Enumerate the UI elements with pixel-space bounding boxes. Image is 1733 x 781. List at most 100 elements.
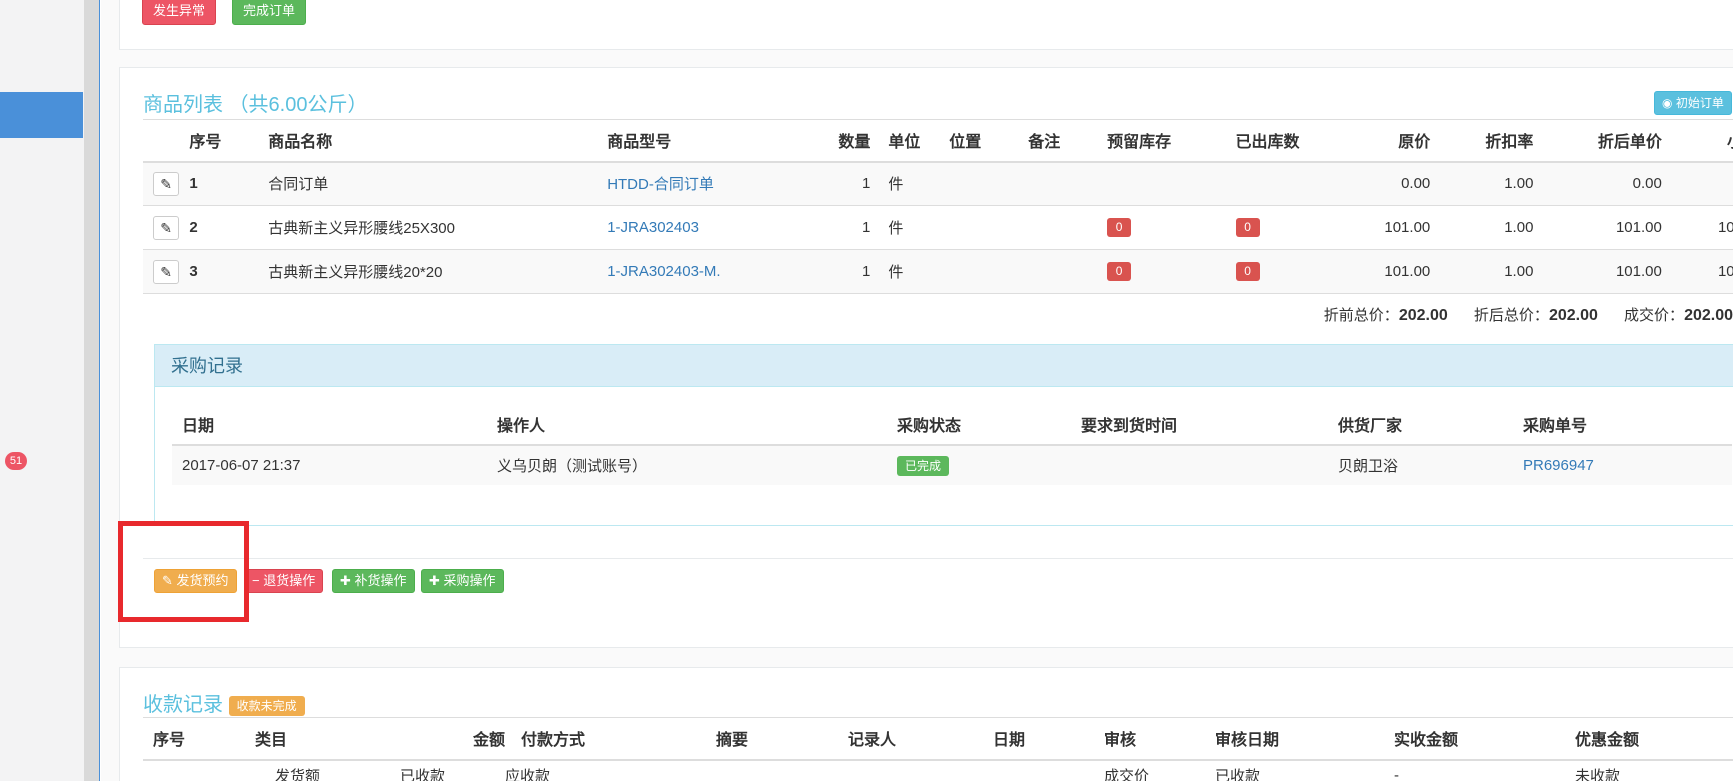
col-edit xyxy=(143,119,190,163)
row-subtotal: 0 xyxy=(1661,161,1733,206)
col-name: 商品名称 xyxy=(268,119,608,163)
purchase-record-panel: 采购记录 日期 操作人 采购状态 要求到货时间 供货厂家 采购单号 2017-0… xyxy=(154,344,1733,526)
row-position xyxy=(949,249,1029,294)
col-model: 商品型号 xyxy=(607,119,829,163)
col-shipped: 已出库数 xyxy=(1235,119,1352,163)
row-price: 101.00 xyxy=(1351,205,1431,250)
col-pay-method: 付款方式 xyxy=(505,717,716,761)
row-model-link[interactable]: HTDD-合同订单 xyxy=(607,176,714,193)
total-after-discount: 折后总价：202.00 xyxy=(1473,307,1598,324)
plus-icon: ✚ xyxy=(429,573,440,588)
col-reserved: 预留库存 xyxy=(1107,119,1236,163)
row-qty: 1 xyxy=(828,161,871,206)
goods-row: ✎ 2 古典新主义异形腰线25X300 1-JRA302403 1 件 0 0 … xyxy=(143,205,1733,250)
total-before-discount: 折前总价：202.00 xyxy=(1323,307,1448,324)
col-position: 位置 xyxy=(949,119,1029,163)
shipped-count-badge: 0 xyxy=(1235,262,1260,281)
row-no: 2 xyxy=(189,205,269,250)
row-qty: 1 xyxy=(828,249,871,294)
edit-cell: ✎ xyxy=(143,205,190,250)
row-qty: 1 xyxy=(828,205,871,250)
goods-table-header: 序号 商品名称 商品型号 数量 单位 位置 备注 预留库存 已出库数 原价 折扣… xyxy=(143,119,1733,163)
row-net-price: 0.00 xyxy=(1533,161,1662,206)
purchase-record-title: 采购记录 xyxy=(155,345,1733,387)
purchase-table: 日期 操作人 采购状态 要求到货时间 供货厂家 采购单号 2017-06-07 … xyxy=(172,403,1732,485)
deal-price: 成交价：202.00 xyxy=(1624,307,1733,324)
row-reserved xyxy=(1107,161,1236,206)
col-recorder: 记录人 xyxy=(848,717,993,761)
row-name: 合同订单 xyxy=(268,161,608,206)
col-subtotal: 小 xyxy=(1661,119,1733,163)
unreceived-label: 未收款 xyxy=(1575,767,1621,781)
divider xyxy=(143,558,1733,559)
complete-order-button[interactable]: 完成订单 xyxy=(232,0,307,25)
row-model-link[interactable]: 1-JRA302403 xyxy=(607,219,699,236)
plus-icon: ✚ xyxy=(340,573,351,588)
payment-record-title: 收款记录 收款未完成 xyxy=(143,688,305,717)
camera-icon: ◉ xyxy=(1662,96,1673,110)
purchase-order-link[interactable]: PR696947 xyxy=(1523,457,1594,474)
row-name: 古典新主义异形腰线25X300 xyxy=(268,205,608,250)
col-discount: 折扣率 xyxy=(1430,119,1534,163)
price-totals: 折前总价：202.00 折后总价：202.00 成交价：202.00 xyxy=(1302,304,1733,325)
goods-title-text: 商品列表 xyxy=(143,94,223,116)
sidebar-item-active[interactable] xyxy=(0,92,83,138)
sidebar: 51 xyxy=(0,0,84,781)
initial-order-label: 初始订单 xyxy=(1675,96,1724,110)
row-subtotal: 101 xyxy=(1661,205,1733,250)
col-date: 日期 xyxy=(172,403,497,446)
row-subtotal: 101 xyxy=(1661,249,1733,294)
col-no: 序号 xyxy=(143,717,255,761)
col-audit-date: 审核日期 xyxy=(1215,717,1394,761)
return-operation-label: 退货操作 xyxy=(263,573,316,588)
restock-operation-button[interactable]: ✚ 补货操作 xyxy=(332,569,415,593)
minus-sign: - xyxy=(1394,766,1399,781)
payment-status-badge: 收款未完成 xyxy=(228,695,305,716)
edit-pencil-icon[interactable]: ✎ xyxy=(153,259,180,284)
col-supplier: 供货厂家 xyxy=(1338,403,1523,446)
initial-order-button[interactable]: ◉ 初始订单 xyxy=(1654,91,1732,115)
purchase-status-badge: 已完成 xyxy=(897,455,950,476)
col-remark: 备注 xyxy=(1028,119,1108,163)
col-net-price: 折后单价 xyxy=(1533,119,1662,163)
row-shipped xyxy=(1235,161,1352,206)
row-net-price: 101.00 xyxy=(1533,205,1662,250)
row-remark xyxy=(1028,161,1108,206)
row-no: 1 xyxy=(189,161,269,206)
col-status: 采购状态 xyxy=(897,403,1081,446)
purchase-date: 2017-06-07 21:37 xyxy=(172,445,497,485)
minus-icon: − xyxy=(252,573,260,588)
row-remark xyxy=(1028,249,1108,294)
row-model-link[interactable]: 1-JRA302403-M. xyxy=(607,263,720,280)
edit-pencil-icon[interactable]: ✎ xyxy=(153,171,180,196)
report-exception-button[interactable]: 发生异常 xyxy=(142,0,217,25)
purchase-table-header: 日期 操作人 采购状态 要求到货时间 供货厂家 采购单号 xyxy=(172,403,1732,446)
edit-cell: ✎ xyxy=(143,249,190,294)
row-discount: 1.00 xyxy=(1430,249,1534,294)
col-operator: 操作人 xyxy=(497,403,897,446)
row-price: 101.00 xyxy=(1351,249,1431,294)
purchase-operation-label: 采购操作 xyxy=(443,573,496,588)
goods-weight-note: （共6.00公斤） xyxy=(228,94,368,116)
col-discount-amount: 优惠金额 xyxy=(1575,717,1733,761)
row-discount: 1.00 xyxy=(1430,161,1534,206)
reserved-stock-badge: 0 xyxy=(1107,218,1132,237)
col-amount: 金额 xyxy=(400,717,505,761)
purchase-operation-button[interactable]: ✚ 采购操作 xyxy=(421,569,504,593)
goods-list-title: 商品列表 （共6.00公斤） xyxy=(143,88,368,117)
edit-pencil-icon[interactable]: ✎ xyxy=(153,215,180,240)
return-operation-button[interactable]: − 退货操作 xyxy=(244,569,324,593)
deal-price-label: 成交价 xyxy=(1104,767,1150,781)
row-remark xyxy=(1028,205,1108,250)
payment-summary-row: 发货额 已收款 应收款 成交价 已收款 - 未收款 xyxy=(143,760,1733,781)
row-position xyxy=(949,161,1029,206)
row-name: 古典新主义异形腰线20*20 xyxy=(268,249,608,294)
col-required-time: 要求到货时间 xyxy=(1081,403,1338,446)
col-received: 实收金额 xyxy=(1394,717,1575,761)
restock-operation-label: 补货操作 xyxy=(354,573,407,588)
row-price: 0.00 xyxy=(1351,161,1431,206)
purchase-supplier: 贝朗卫浴 xyxy=(1338,445,1523,485)
order-actions-panel: 发生异常 完成订单 xyxy=(119,0,1733,50)
col-qty: 数量 xyxy=(828,119,871,163)
col-no: 序号 xyxy=(189,119,269,163)
